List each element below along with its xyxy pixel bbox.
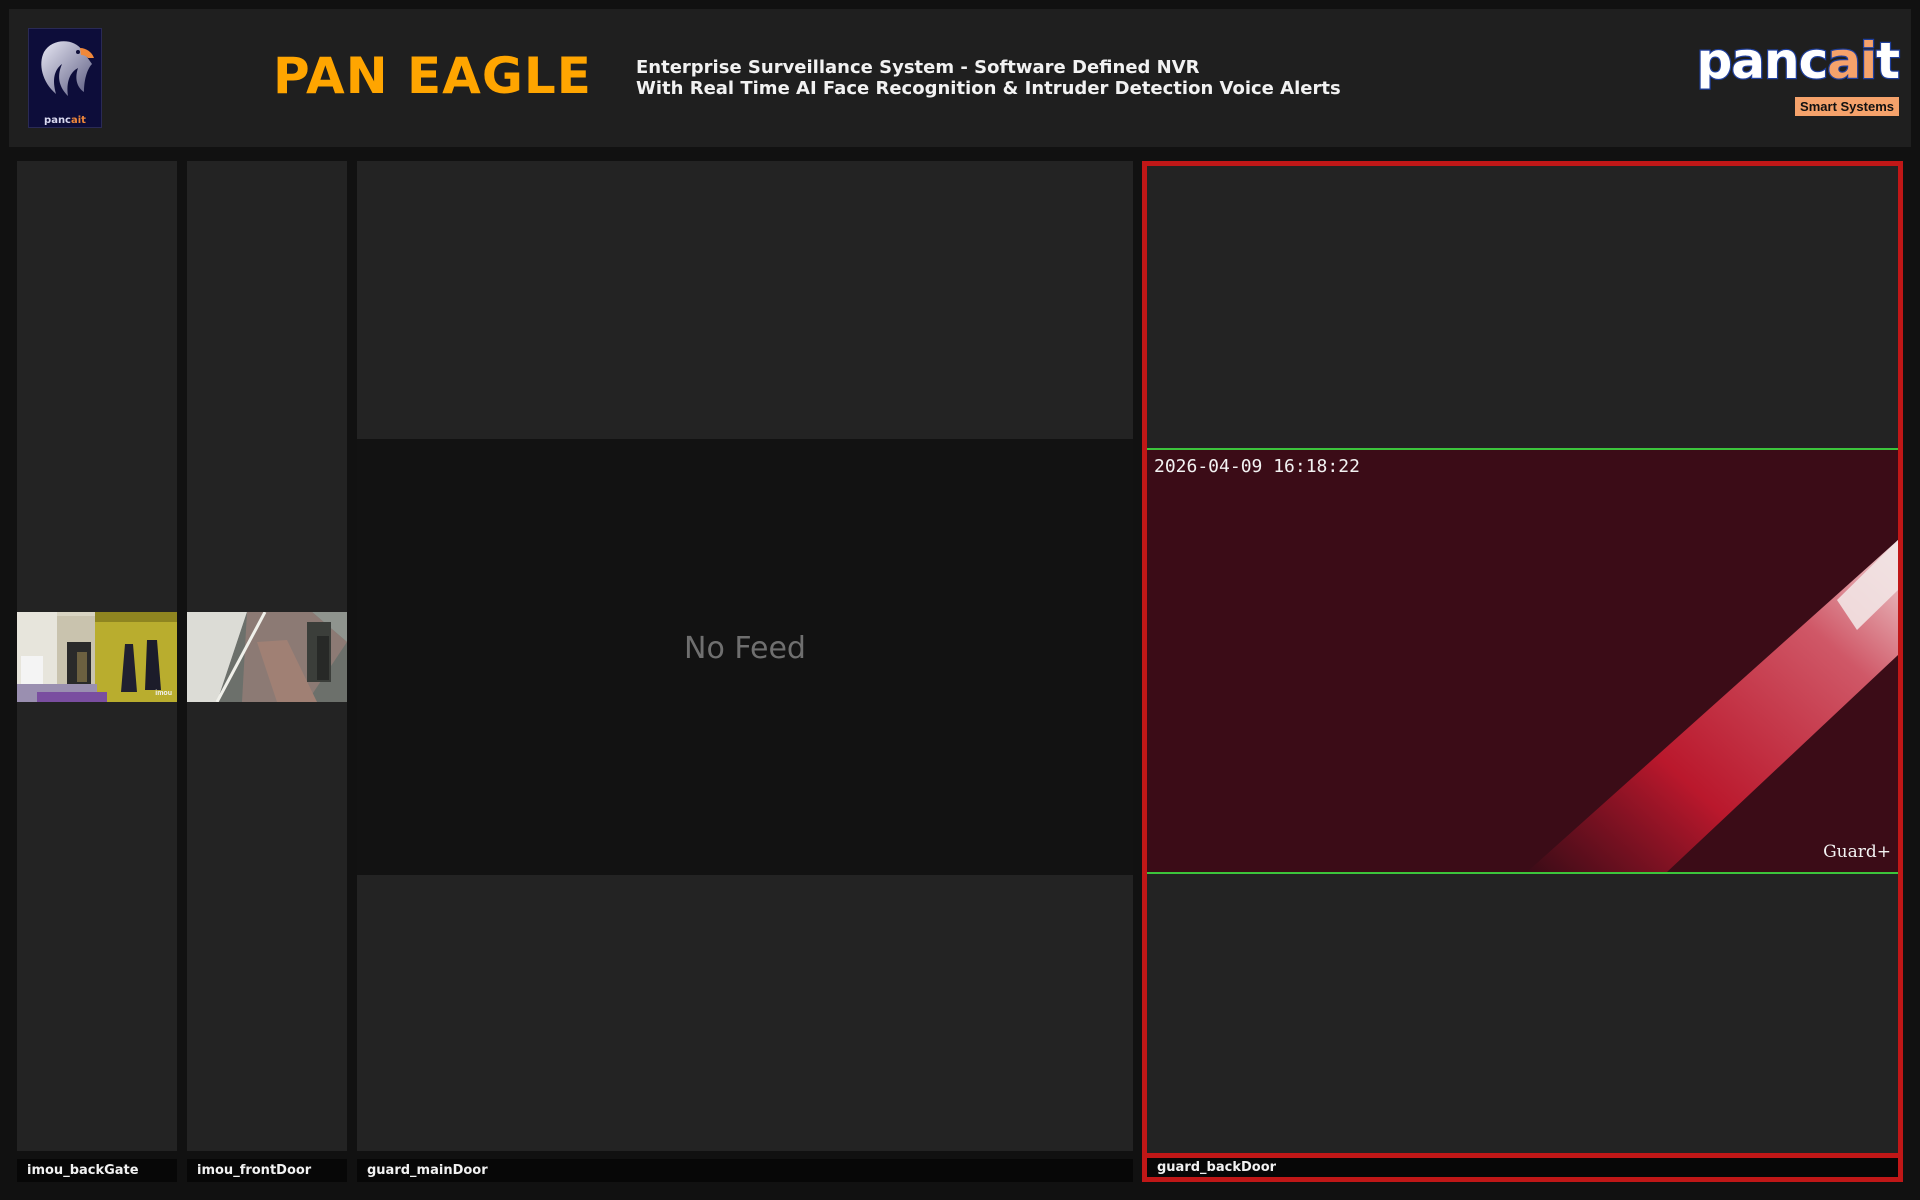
camera-frame-backgate [17,612,177,702]
camera-view: 2026-04-09 16:18:22 Guard+ [1147,166,1898,1153]
app-title: PAN EAGLE [273,47,592,105]
camera-name: guard_mainDoor [367,1163,488,1178]
camera-name: imou_backGate [27,1163,139,1178]
subtitle-line-2: With Real Time AI Face Recognition & Int… [636,78,1341,99]
app-logo: pancait [28,28,102,128]
camera-name: guard_backDoor [1157,1160,1277,1175]
camera-tile-guard-maindoor[interactable]: No Feed [357,161,1133,1151]
camera-frame-frontdoor [187,612,347,702]
camera-label-bar: imou_backGate [17,1159,177,1182]
camera-watermark: Guard+ [1823,842,1891,862]
camera-tile-guard-backdoor-alert[interactable]: 2026-04-09 16:18:22 Guard+ guard_backDoo… [1142,161,1903,1182]
camera-tile-imou-backgate[interactable]: imou [17,161,177,1151]
camera-watermark: imou [155,690,172,697]
camera-timestamp: 2026-04-09 16:18:22 [1154,456,1360,477]
camera-feed-image: imou [17,612,177,702]
camera-name: imou_frontDoor [197,1163,312,1178]
brand-tagline: Smart Systems [1795,97,1899,116]
camera-tile-imou-frontdoor[interactable] [187,161,347,1151]
no-feed-text: No Feed [684,631,806,666]
brand-wordmark: pancait [1695,32,1901,90]
camera-feed-image: 2026-04-09 16:18:22 Guard+ [1147,448,1898,874]
eagle-icon [41,41,94,96]
camera-frame-backdoor [1147,450,1898,872]
camera-label-bar: imou_frontDoor [187,1159,347,1182]
no-feed-placeholder: No Feed [357,439,1133,875]
app-header: pancait PAN EAGLE Enterprise Surveillanc… [9,9,1911,147]
logo-caption: pancait [44,115,86,126]
brand-logo: pancait Smart Systems [1691,32,1901,125]
camera-feed-image [187,612,347,702]
app-subtitle: Enterprise Surveillance System - Softwar… [636,57,1341,99]
camera-label-bar: guard_mainDoor [357,1159,1133,1182]
subtitle-line-1: Enterprise Surveillance System - Softwar… [636,57,1200,78]
camera-label-bar: guard_backDoor [1147,1158,1898,1177]
